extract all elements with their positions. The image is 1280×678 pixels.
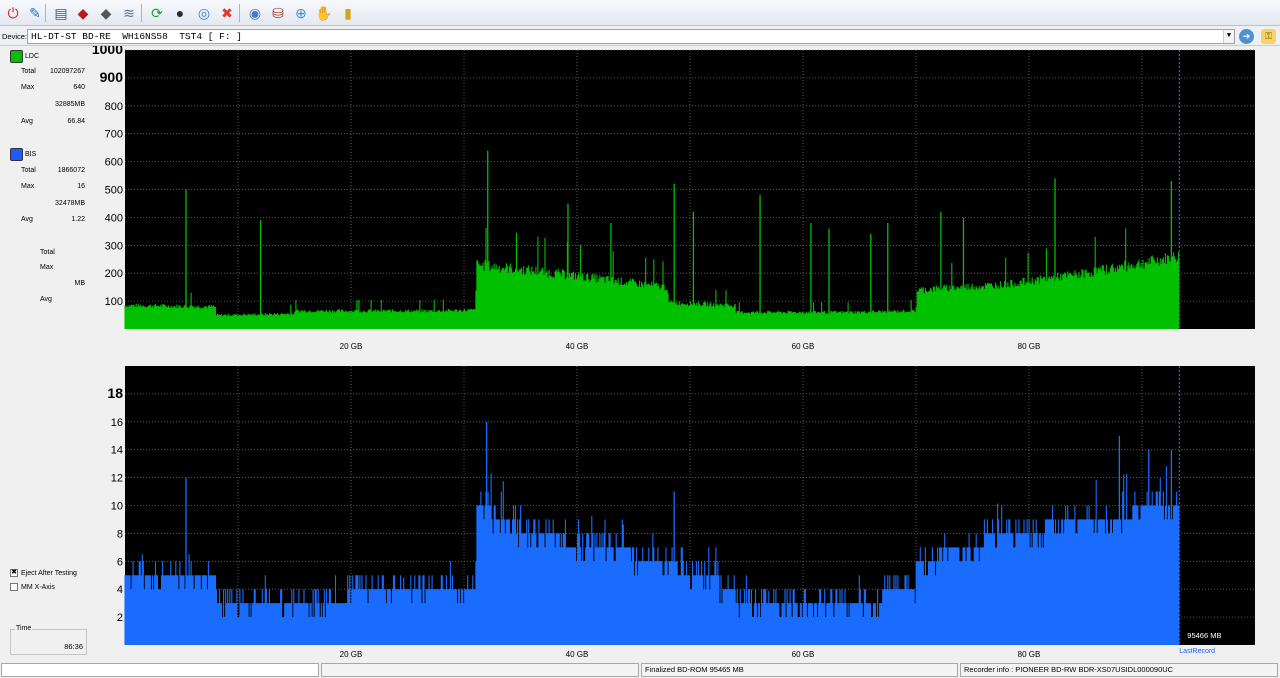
third-avg-label: Avg [40,296,52,303]
status-finalized: Finalized BD-ROM 95465 MB [641,663,958,677]
status-field-empty [321,663,639,677]
y-tick-label: 16 [111,417,123,429]
bis-swatch[interactable] [10,148,23,161]
copy-disc-icon[interactable]: ⊕ [291,3,311,23]
y-tick-label: 4 [117,584,123,596]
third-mb-label: MB [74,280,86,287]
disc-layers-icon[interactable]: ≋ [119,3,139,23]
y-tick-label: 500 [105,185,123,197]
ldc-max-value: 640 [73,84,85,91]
disc-blue-icon[interactable]: ◉ [245,3,265,23]
bis-legend: BIS [10,148,36,161]
last-record-label: LastRecord [1179,648,1215,655]
third-max-label: Max [40,264,54,271]
bis-mb-value: 32478MB [55,200,85,207]
y-tick-label: 800 [105,101,123,113]
mm-label: MM X-Axis [21,583,55,591]
status-recorder-info: Recorder info : PIONEER BD-RW BDR-XS07US… [960,663,1278,677]
toolbar-separator [141,4,142,22]
time-label: Time [15,625,33,632]
drive-info-icon[interactable]: ▤ [51,3,71,23]
eject-label: Eject After Testing [21,569,77,577]
toolbar-separator [239,4,240,22]
ldc-label: LDC [25,53,40,60]
settings-icon[interactable]: ✎ [25,3,45,23]
main-toolbar: ⏻ ✎ ▤ ◆ ◆ ≋ ⟳ ● ◎ ✖ ◉ ⛁ ⊕ ✋ ▮ [0,0,1280,26]
bis-avg-value: 1.22 [71,216,85,223]
mm-xaxis-checkbox[interactable]: MM X-Axis [10,583,55,591]
chevron-down-icon[interactable]: ▼ [1223,30,1234,43]
x-tick-label: 80 GB [1018,650,1041,659]
ldc-legend: LDC [10,50,39,63]
ldc-avg-value: 66.84 [67,118,85,125]
power-icon[interactable]: ⏻ [3,3,23,23]
stats-panel: LDC Total 102097267 Max 640 32885MB Avg … [4,46,88,658]
y-tick-label: 700 [105,129,123,141]
third-total-label: Total [40,249,55,256]
lock-icon[interactable]: ⚿ [1261,29,1276,44]
bis-max-value: 16 [77,183,85,190]
x-tick-label: 40 GB [566,650,589,659]
y-tick-label: 2 [117,612,123,624]
status-field-progress [1,663,319,677]
refresh-icon[interactable]: ⟳ [147,3,167,23]
y-tick-label: 200 [105,268,123,280]
apply-icon[interactable]: ➔ [1239,29,1254,44]
y-tick-label: 600 [105,157,123,169]
x-tick-label: 20 GB [340,650,363,659]
ldc-total-value: 102097267 [49,68,85,75]
x-tick-label: 60 GB [792,342,815,351]
bis-avg-label: Avg [21,216,33,223]
scan-icon[interactable]: ⛁ [268,3,288,23]
time-value: 86:36 [64,642,83,651]
y-tick-label: 1000 [92,46,123,57]
end-size-label: 95466 MB [1187,631,1221,640]
device-label: Device: [2,32,28,41]
device-bar: Device: HL-DT-ST BD-RE WH16NS58 TST4 [ F… [0,27,1280,46]
bis-label: BIS [25,151,37,158]
disc-gray-icon[interactable]: ◆ [96,3,116,23]
device-value: HL-DT-ST BD-RE WH16NS58 TST4 [ F: ] [31,31,242,42]
y-tick-label: 100 [105,296,123,308]
check-disc-icon[interactable]: ◎ [194,3,214,23]
y-tick-label: 400 [105,212,123,224]
chart-icon[interactable]: ▮ [338,3,358,23]
y-tick-label: 10 [111,501,123,513]
globe-icon[interactable]: ● [170,3,190,23]
x-tick-label: 80 GB [1018,342,1041,351]
y-tick-label: 18 [107,385,123,401]
toolbar-separator [45,4,46,22]
x-tick-label: 40 GB [566,342,589,351]
y-tick-label: 900 [100,69,124,85]
ldc-total-label: Total [21,68,36,75]
x-tick-label: 20 GB [340,342,363,351]
palette-icon[interactable]: ✋ [314,3,334,23]
eject-checkbox-box[interactable]: ✖ [10,569,18,577]
x-tick-label: 60 GB [792,650,815,659]
ldc-max-label: Max [21,84,35,91]
disc-red-icon[interactable]: ◆ [73,3,93,23]
stop-icon[interactable]: ✖ [217,3,237,23]
device-select[interactable]: HL-DT-ST BD-RE WH16NS58 TST4 [ F: ] ▼ [27,29,1235,44]
y-tick-label: 12 [111,473,123,485]
y-tick-label: 8 [117,528,123,540]
y-tick-label: 300 [105,240,123,252]
graph-area: 100 200 300 400 500 600 700 800 900 1000 20 GB 40 G… [92,46,1255,659]
mm-checkbox-box[interactable] [10,583,18,591]
time-box: Time 86:36 [10,625,87,655]
ldc-swatch[interactable] [10,50,23,63]
y-tick-label: 6 [117,556,123,568]
bis-total-label: Total [21,167,36,174]
eject-checkbox[interactable]: ✖ Eject After Testing [10,569,77,577]
bis-max-label: Max [21,183,35,190]
ldc-mb-value: 32885MB [55,101,85,108]
ldc-avg-label: Avg [21,118,33,125]
status-bar: Finalized BD-ROM 95465 MB Recorder info … [0,662,1280,678]
bis-total-value: 1866072 [57,167,85,174]
y-tick-label: 14 [111,445,123,457]
